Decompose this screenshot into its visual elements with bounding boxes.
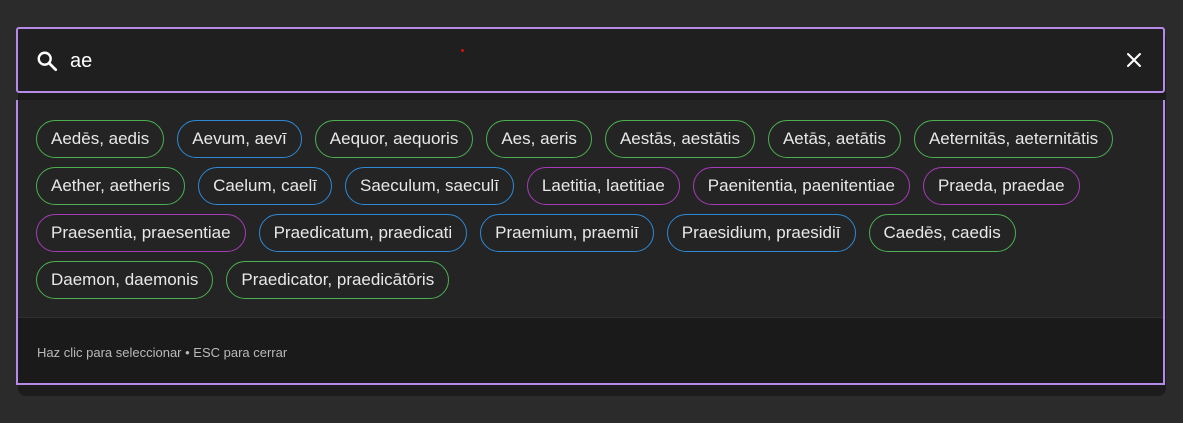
result-chip[interactable]: Aes, aeris: [486, 120, 592, 158]
dropdown-footer: Haz clic para seleccionar • ESC para cer…: [18, 317, 1163, 383]
result-chip[interactable]: Paenitentia, paenitentiae: [692, 167, 910, 205]
result-chip[interactable]: Laetitia, laetitiae: [526, 167, 680, 205]
search-icon: [36, 50, 58, 72]
result-chip[interactable]: Praesentia, praesentiae: [36, 214, 246, 252]
result-chip[interactable]: Praedicatum, praedicati: [258, 214, 468, 252]
result-chip[interactable]: Aevum, aevī: [177, 120, 302, 158]
result-chip[interactable]: Aetās, aetātis: [767, 120, 901, 158]
result-chip[interactable]: Aether, aetheris: [36, 167, 186, 205]
search-input[interactable]: [70, 47, 1070, 75]
results-list: Aedēs, aedis Aevum, aevī Aequor, aequoris A…: [36, 120, 1148, 299]
results-dropdown: Aedēs, aedis Aevum, aevī Aequor, aequoris A…: [16, 100, 1165, 385]
search-box[interactable]: [16, 27, 1165, 93]
result-chip[interactable]: Praedicator, praedicātōris: [226, 261, 450, 299]
result-chip[interactable]: Aestās, aestātis: [604, 120, 755, 158]
close-icon[interactable]: [1125, 51, 1143, 69]
result-chip[interactable]: Praeda, praedae: [922, 167, 1080, 205]
result-chip[interactable]: Caelum, caelī: [198, 167, 333, 205]
footer-hint: Haz clic para seleccionar • ESC para cer…: [37, 345, 288, 360]
result-chip[interactable]: Caedēs, caedis: [868, 214, 1016, 252]
result-chip[interactable]: Praesidium, praesidiī: [666, 214, 856, 252]
cursor-marker: [461, 49, 464, 52]
result-chip[interactable]: Aequor, aequoris: [314, 120, 474, 158]
result-chip[interactable]: Aedēs, aedis: [36, 120, 165, 158]
result-chip[interactable]: Praemium, praemiī: [480, 214, 654, 252]
result-chip[interactable]: Aeternitās, aeternitātis: [913, 120, 1114, 158]
result-chip[interactable]: Daemon, daemonis: [36, 261, 214, 299]
result-chip[interactable]: Saeculum, saeculī: [345, 167, 514, 205]
